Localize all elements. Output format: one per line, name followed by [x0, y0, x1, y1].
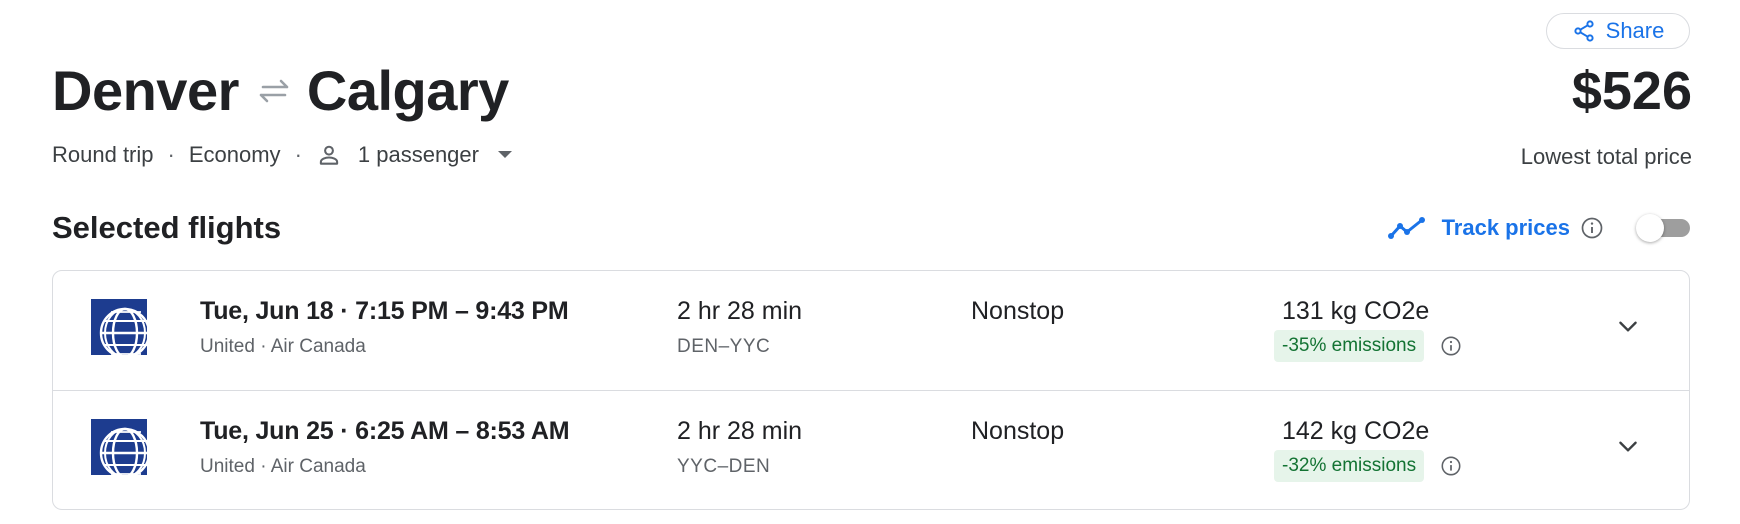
origin-city: Denver: [52, 59, 239, 122]
share-button[interactable]: Share: [1546, 13, 1690, 49]
toggle-knob: [1636, 214, 1664, 242]
flight-row-return[interactable]: Tue, Jun 25 · 6:25 AM – 8:53 AM United ·…: [53, 390, 1689, 509]
destination-city: Calgary: [306, 59, 509, 122]
person-icon: [319, 145, 339, 165]
lowest-price: $526: [1571, 61, 1692, 121]
trending-icon: [1387, 217, 1425, 239]
separator-dot: ·: [333, 297, 356, 325]
chevron-down-icon[interactable]: [1615, 433, 1641, 459]
stops: Nonstop: [971, 417, 1065, 445]
emissions-badge: -32% emissions: [1274, 450, 1425, 482]
track-prices-toggle[interactable]: [1636, 214, 1692, 242]
flight-duration: 2 hr 28 min: [677, 297, 803, 325]
flight-row-outbound[interactable]: Tue, Jun 18 · 7:15 PM – 9:43 PM United ·…: [53, 271, 1689, 390]
flight-date: Tue, Jun 18: [200, 297, 334, 325]
airline-names: United · Air Canada: [200, 336, 366, 357]
track-prices: Track prices: [1387, 214, 1692, 242]
share-icon: [1574, 20, 1594, 42]
caret-down-icon: [497, 151, 512, 158]
share-label: Share: [1605, 18, 1665, 43]
trip-summary: Round trip · Economy · 1 passenger: [52, 142, 529, 168]
selected-flights-title: Selected flights: [52, 210, 282, 245]
flight-times: Tue, Jun 25 · 6:25 AM – 8:53 AM: [200, 417, 570, 446]
info-icon[interactable]: [1440, 335, 1462, 357]
chevron-down-icon[interactable]: [1615, 313, 1641, 339]
emissions-badge: -35% emissions: [1274, 330, 1425, 362]
united-logo: [91, 299, 147, 355]
price-caption: Lowest total price: [1520, 144, 1692, 169]
swap-arrows-icon: [257, 78, 291, 104]
passenger-selector[interactable]: 1 passenger: [316, 142, 529, 168]
united-logo: [91, 419, 147, 475]
cabin-class: Economy: [188, 142, 281, 167]
selected-flights-list: Tue, Jun 18 · 7:15 PM – 9:43 PM United ·…: [52, 270, 1690, 510]
separator-dot: ·: [294, 142, 302, 167]
info-icon[interactable]: [1440, 455, 1462, 477]
track-prices-label[interactable]: Track prices: [1442, 215, 1570, 241]
route-codes: YYC–DEN: [677, 456, 771, 477]
route-title: Denver Calgary: [52, 58, 509, 123]
co2-amount: 142 kg CO2e: [1282, 417, 1430, 445]
separator-dot: ·: [167, 142, 175, 167]
passenger-count: 1 passenger: [357, 142, 479, 167]
stops: Nonstop: [971, 297, 1065, 325]
flight-times: Tue, Jun 18 · 7:15 PM – 9:43 PM: [200, 297, 569, 326]
flight-time-range: 6:25 AM – 8:53 AM: [355, 417, 570, 445]
co2-amount: 131 kg CO2e: [1282, 297, 1430, 325]
route-codes: DEN–YYC: [677, 336, 771, 357]
airline-names: United · Air Canada: [200, 456, 366, 477]
trip-type: Round trip: [52, 142, 154, 167]
info-icon[interactable]: [1580, 216, 1604, 240]
flight-time-range: 7:15 PM – 9:43 PM: [355, 297, 569, 325]
separator-dot: ·: [333, 417, 356, 445]
flight-date: Tue, Jun 25: [200, 417, 334, 445]
flight-duration: 2 hr 28 min: [677, 417, 803, 445]
